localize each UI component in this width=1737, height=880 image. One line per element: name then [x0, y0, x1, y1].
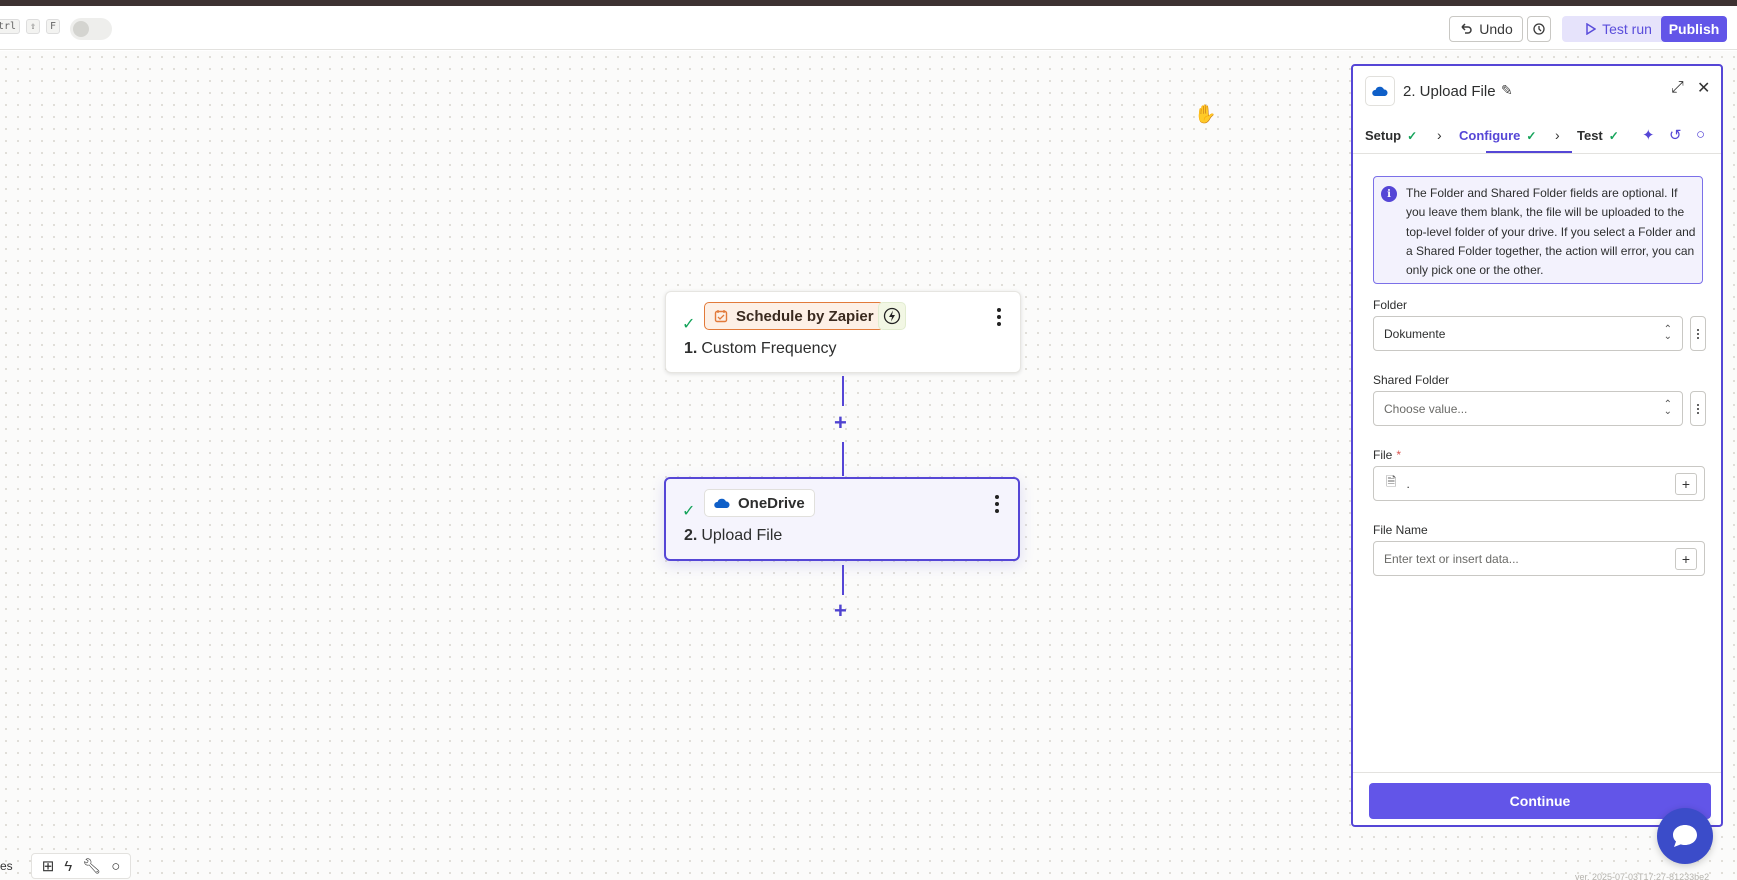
shared-folder-select[interactable]: Choose value... ⌃ ⌄	[1373, 391, 1683, 426]
canvas-tools: ⊞ ϟ 🔧︎ ○	[30, 853, 132, 879]
check-icon: ✓	[1608, 128, 1619, 143]
edit-title-pencil-icon[interactable]: ✎	[1501, 82, 1513, 99]
tab-setup[interactable]: Setup ✓	[1365, 128, 1417, 143]
step-name: Custom Frequency	[701, 340, 837, 357]
app-name: Schedule by Zapier	[736, 307, 874, 325]
connector-line	[842, 565, 844, 595]
connector-line	[842, 442, 844, 476]
version-text: ver. 2025-07-03T17:27-81233be2	[1575, 872, 1710, 880]
continue-button[interactable]: Continue	[1369, 783, 1711, 819]
close-icon[interactable]: ✕	[1697, 78, 1710, 98]
chevron-right-icon: ›	[1437, 127, 1442, 143]
file-name-placeholder: Enter text or insert data...	[1384, 551, 1519, 566]
tab-test[interactable]: Test ✓	[1577, 128, 1619, 143]
file-label-text: File	[1373, 448, 1393, 462]
instant-trigger-badge	[878, 302, 906, 330]
select-chevrons-icon: ⌃ ⌄	[1663, 324, 1672, 342]
step-node-action[interactable]: ✓ OneDrive 2. Upload File	[664, 477, 1020, 561]
panel-tabs: Setup ✓ › Configure ✓ › Test ✓ ✦ ↺ ○	[1353, 118, 1721, 154]
bottom-toolbar-label: es	[0, 859, 13, 873]
bolt-icon[interactable]: ϟ	[64, 858, 72, 875]
file-input[interactable]: 🗎 . +	[1373, 466, 1705, 501]
ai-sparkle-icon[interactable]: ✦	[1642, 126, 1655, 144]
step-number: 2.	[684, 527, 698, 544]
check-icon: ✓	[1407, 128, 1418, 143]
add-step-plus-icon[interactable]: +	[834, 600, 847, 622]
undo-button[interactable]: Undo	[1449, 16, 1523, 42]
check-icon: ✓	[682, 503, 696, 520]
publish-button[interactable]: Publish	[1661, 16, 1727, 42]
expand-icon[interactable]: ⤢	[1671, 79, 1684, 97]
bottom-toolbar: es ⊞ ϟ 🔧︎ ○	[0, 852, 132, 880]
check-icon: ✓	[682, 316, 696, 333]
toggle-knob	[73, 21, 89, 37]
search-icon[interactable]: ○	[111, 858, 120, 875]
add-step-plus-icon[interactable]: +	[834, 412, 847, 434]
shortcut-key-shift: ⇧	[26, 19, 41, 34]
folder-value: Dokumente	[1384, 326, 1446, 341]
file-value: .	[1406, 476, 1410, 491]
calendar-icon	[714, 310, 728, 323]
node-menu-button[interactable]	[990, 493, 1004, 515]
apps-grid-icon[interactable]: ⊞	[42, 857, 55, 875]
shared-folder-placeholder: Choose value...	[1384, 401, 1468, 416]
shared-folder-options-button[interactable]	[1690, 391, 1706, 426]
folder-select[interactable]: Dokumente ⌃ ⌄	[1373, 316, 1683, 351]
search-icon[interactable]: ○	[1696, 126, 1705, 143]
tab-label: Configure	[1459, 128, 1521, 143]
step-editor-panel: 2. Upload File ✎ ⤢ ✕ Setup ✓ › Configure ✓…	[1351, 64, 1723, 827]
select-chevrons-icon: ⌃ ⌄	[1663, 399, 1672, 417]
chat-support-icon[interactable]	[1657, 808, 1713, 864]
onedrive-logo-icon	[1365, 76, 1395, 106]
step-node-trigger[interactable]: ✓ Schedule by Zapier 1. Custom Frequency	[665, 291, 1021, 373]
app-name: OneDrive	[738, 494, 805, 512]
panel-footer-divider	[1353, 772, 1721, 773]
test-run-label: Test run	[1602, 21, 1652, 37]
file-name-label: File Name	[1373, 523, 1428, 537]
tab-configure[interactable]: Configure ✓	[1459, 128, 1536, 143]
insert-data-plus-icon[interactable]: +	[1675, 548, 1697, 570]
step-name: Upload File	[701, 527, 783, 544]
folder-label: Folder	[1373, 298, 1408, 312]
file-name-input[interactable]: Enter text or insert data... +	[1373, 541, 1705, 576]
test-run-button[interactable]: Test run	[1562, 16, 1676, 42]
version-history-button[interactable]	[1527, 16, 1551, 42]
info-callout: i The Folder and Shared Folder fields ar…	[1373, 176, 1703, 284]
file-label: File *	[1373, 448, 1401, 462]
panel-title: 2. Upload File	[1403, 83, 1496, 100]
chevron-right-icon: ›	[1555, 127, 1560, 143]
folder-options-button[interactable]	[1690, 316, 1706, 351]
info-icon: i	[1381, 186, 1397, 202]
shared-folder-label: Shared Folder	[1373, 373, 1450, 387]
bolt-icon	[883, 307, 901, 325]
undo-label: Undo	[1479, 21, 1513, 37]
history-icon	[1533, 23, 1545, 35]
shortcut-key-ctrl: trl	[0, 19, 21, 34]
app-chip-onedrive[interactable]: OneDrive	[704, 489, 815, 517]
panel-header: 2. Upload File ✎ ⤢ ✕	[1353, 66, 1721, 118]
refresh-icon[interactable]: ↺	[1669, 126, 1682, 144]
step-title: 1. Custom Frequency	[684, 340, 837, 358]
editor-topbar: trl ⇧ F Undo Test run Publish	[0, 6, 1737, 50]
undo-icon	[1461, 23, 1472, 34]
shortcut-key-f: F	[46, 19, 61, 34]
wrench-icon[interactable]: 🔧︎	[82, 857, 101, 875]
onedrive-cloud-icon	[714, 498, 730, 508]
app-chip-schedule[interactable]: Schedule by Zapier	[704, 302, 884, 330]
play-icon	[1586, 23, 1597, 35]
mode-toggle[interactable]	[70, 18, 112, 40]
connector-line	[842, 376, 844, 406]
tab-label: Setup	[1365, 128, 1402, 143]
step-number: 1.	[684, 340, 698, 357]
check-icon: ✓	[1526, 128, 1537, 143]
tab-label: Test	[1577, 128, 1603, 143]
active-tab-indicator	[1486, 151, 1572, 153]
required-mark: *	[1396, 448, 1402, 462]
insert-data-plus-icon[interactable]: +	[1675, 473, 1697, 495]
grab-cursor-icon: ✋	[1194, 104, 1217, 124]
document-icon: 🗎	[1386, 473, 1397, 489]
node-menu-button[interactable]	[992, 306, 1006, 328]
info-text: The Folder and Shared Folder fields are …	[1406, 186, 1696, 278]
step-title: 2. Upload File	[684, 527, 782, 545]
